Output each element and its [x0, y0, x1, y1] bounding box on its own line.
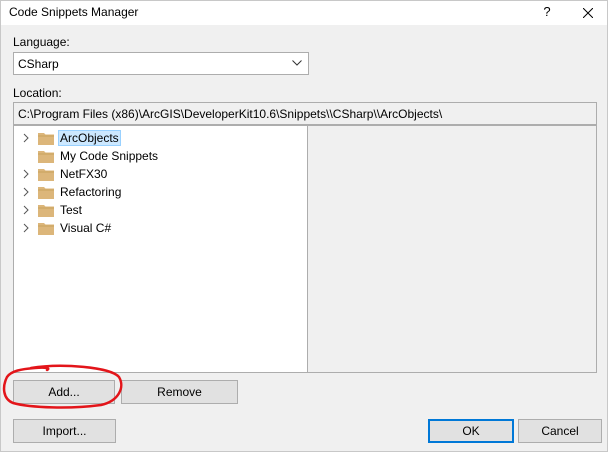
- chevron-down-icon: [292, 60, 302, 66]
- cancel-button[interactable]: Cancel: [518, 419, 602, 443]
- language-label: Language:: [13, 35, 70, 49]
- chevron-right-icon[interactable]: [22, 187, 30, 197]
- snippet-folder-tree[interactable]: ArcObjects My Code Snippets NetFX30 Refa…: [13, 125, 308, 373]
- add-button[interactable]: Add...: [13, 380, 115, 404]
- tree-item-visual-csharp[interactable]: Visual C#: [14, 219, 304, 237]
- title-bar: Code Snippets Manager ?: [1, 1, 607, 25]
- tree-item-label: NetFX30: [60, 167, 108, 181]
- tree-item-test[interactable]: Test: [14, 201, 304, 219]
- location-path: C:\Program Files (x86)\ArcGIS\DeveloperK…: [18, 107, 443, 121]
- chevron-right-icon[interactable]: [22, 205, 30, 215]
- folder-icon: [38, 187, 54, 199]
- folder-icon: [38, 223, 54, 235]
- tree-item-label: My Code Snippets: [60, 149, 159, 163]
- ok-button[interactable]: OK: [428, 419, 514, 443]
- close-icon: [583, 8, 593, 18]
- chevron-right-icon[interactable]: [22, 223, 30, 233]
- folder-icon: [38, 133, 54, 145]
- close-button[interactable]: [571, 1, 605, 25]
- snippet-details-panel: [308, 125, 597, 373]
- location-field[interactable]: C:\Program Files (x86)\ArcGIS\DeveloperK…: [13, 102, 597, 125]
- language-selected-value: CSharp: [18, 57, 59, 71]
- chevron-right-icon[interactable]: [22, 133, 30, 143]
- tree-item-arcobjects[interactable]: ArcObjects: [14, 129, 304, 147]
- tree-item-label: Test: [60, 203, 83, 217]
- window-title: Code Snippets Manager: [9, 5, 139, 19]
- code-snippets-manager-dialog: Code Snippets Manager ? Language: CSharp…: [0, 0, 608, 452]
- tree-item-label: Refactoring: [60, 185, 122, 199]
- location-label: Location:: [13, 86, 62, 100]
- folder-icon: [38, 151, 54, 163]
- remove-button[interactable]: Remove: [121, 380, 238, 404]
- tree-item-label: Visual C#: [60, 221, 112, 235]
- language-select[interactable]: CSharp: [13, 52, 309, 75]
- chevron-right-icon[interactable]: [22, 169, 30, 179]
- tree-item-netfx30[interactable]: NetFX30: [14, 165, 304, 183]
- folder-icon: [38, 205, 54, 217]
- tree-item-label: ArcObjects: [58, 130, 121, 146]
- import-button[interactable]: Import...: [13, 419, 116, 443]
- help-button[interactable]: ?: [533, 1, 561, 25]
- tree-item-refactoring[interactable]: Refactoring: [14, 183, 304, 201]
- tree-item-my-code-snippets[interactable]: My Code Snippets: [14, 147, 304, 165]
- folder-icon: [38, 169, 54, 181]
